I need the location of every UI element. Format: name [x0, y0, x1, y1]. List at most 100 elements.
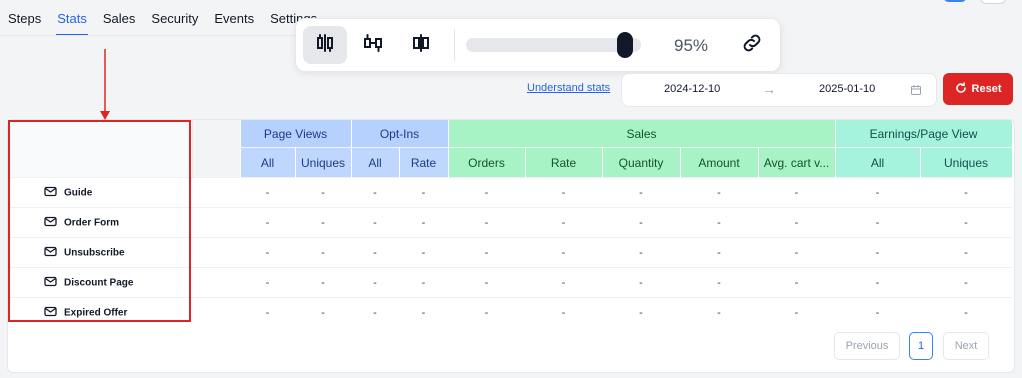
zoom-value: 95% [674, 36, 709, 55]
spacer-cell [192, 237, 240, 268]
compare-view-button[interactable] [351, 26, 395, 64]
table-cell: - [525, 297, 602, 327]
table-cell: - [602, 207, 680, 238]
table-cell: - [399, 207, 448, 238]
step-name: Discount Page [64, 277, 134, 288]
table-cell: - [920, 297, 1012, 327]
table-cell: - [240, 207, 295, 238]
page-number-button[interactable]: 1 [909, 332, 933, 360]
tab-stats[interactable]: Stats [49, 0, 95, 36]
mail-icon [44, 186, 57, 200]
table-cell: - [758, 297, 835, 327]
table-cell: - [295, 207, 351, 238]
table-cell: - [835, 237, 920, 268]
table-cell: - [399, 237, 448, 268]
column-header[interactable]: All [240, 147, 296, 178]
start-date[interactable]: 2024-12-10 [664, 83, 720, 95]
tabs-underline [0, 35, 300, 36]
table-cell: - [602, 297, 680, 327]
column-header[interactable]: Avg. cart v... [758, 147, 836, 178]
top-right-primary-button[interactable] [943, 0, 967, 2]
table-cell: - [448, 177, 525, 208]
table-cell: - [295, 297, 351, 327]
split-view-button[interactable] [303, 26, 347, 64]
next-page-button[interactable]: Next [943, 332, 989, 360]
table-row: Discount Page - - - - - - - - - - - [8, 267, 1012, 298]
column-header[interactable]: Quantity [602, 147, 681, 178]
table-cell: - [920, 267, 1012, 298]
table-row: Guide - - - - - - - - - - - [8, 177, 1012, 208]
table-cell: - [295, 267, 351, 298]
column-header[interactable]: Rate [399, 147, 449, 178]
step-name: Unsubscribe [64, 247, 125, 258]
table-cell: - [680, 207, 758, 238]
table-cell: - [351, 177, 399, 208]
table-cell: - [448, 207, 525, 238]
annotation-arrow-icon [100, 49, 110, 120]
tab-sales[interactable]: Sales [95, 0, 144, 36]
table-cell: - [602, 177, 680, 208]
tab-events[interactable]: Events [206, 0, 262, 36]
table-cell: - [295, 237, 351, 268]
previous-page-button[interactable]: Previous [834, 332, 900, 360]
column-header[interactable]: All [351, 147, 400, 178]
row-label: Expired Offer [8, 297, 192, 327]
column-header[interactable]: Uniques [295, 147, 352, 178]
table-row: Order Form - - - - - - - - - - - [8, 207, 1012, 238]
mail-icon [44, 246, 57, 260]
spacer-cell [192, 267, 240, 298]
table-cell: - [399, 177, 448, 208]
zoom-slider[interactable] [466, 32, 641, 58]
stats-table: Page Views Opt-Ins Sales Earnings/Page V… [8, 120, 1013, 327]
table-cell: - [602, 237, 680, 268]
zoom-slider-thumb[interactable] [617, 32, 634, 58]
link-icon [740, 31, 764, 60]
table-cell: - [351, 207, 399, 238]
end-date[interactable]: 2025-01-10 [819, 83, 875, 95]
table-cell: - [835, 207, 920, 238]
column-header[interactable]: Orders [448, 147, 526, 178]
table-cell: - [920, 237, 1012, 268]
split-view-icon [314, 32, 336, 59]
table-row: Unsubscribe - - - - - - - - - - - [8, 237, 1012, 268]
group-header-sales: Sales [448, 120, 836, 148]
link-button[interactable] [734, 27, 770, 63]
table-cell: - [351, 297, 399, 327]
table-cell: - [240, 237, 295, 268]
compare-view-icon [362, 32, 384, 59]
row-label: Unsubscribe [8, 237, 192, 268]
row-label: Order Form [8, 207, 192, 238]
top-right-secondary-button[interactable] [980, 0, 1006, 4]
merge-view-icon [410, 32, 432, 59]
table-cell: - [399, 297, 448, 327]
tab-bar: Steps Stats Sales Security Events Settin… [0, 0, 325, 36]
column-header[interactable]: Uniques [920, 147, 1013, 178]
table-cell: - [525, 177, 602, 208]
column-header[interactable]: Rate [525, 147, 603, 178]
table-row: Expired Offer - - - - - - - - - - - [8, 297, 1012, 327]
table-cell: - [835, 267, 920, 298]
table-cell: - [680, 267, 758, 298]
step-name: Expired Offer [64, 307, 128, 318]
row-label: Guide [8, 177, 192, 208]
step-name: Guide [64, 187, 93, 198]
step-name: Order Form [64, 217, 120, 228]
date-range-arrow-icon: → [762, 81, 776, 97]
group-header-opt-ins: Opt-Ins [351, 120, 449, 148]
column-header[interactable]: All [835, 147, 921, 178]
mail-icon [44, 306, 57, 320]
column-header[interactable]: Amount [680, 147, 759, 178]
row-label-header [8, 120, 193, 178]
merge-view-button[interactable] [399, 26, 443, 64]
reset-button[interactable]: Reset [943, 73, 1013, 105]
table-cell: - [525, 267, 602, 298]
table-cell: - [602, 267, 680, 298]
tab-steps[interactable]: Steps [0, 0, 49, 36]
tab-security[interactable]: Security [143, 0, 206, 36]
understand-stats-link[interactable]: Understand stats [527, 82, 610, 94]
date-range-picker[interactable]: 2024-12-10 → 2025-01-10 [621, 73, 937, 107]
table-cell: - [399, 267, 448, 298]
row-label: Discount Page [8, 267, 192, 298]
table-cell: - [448, 297, 525, 327]
table-cell: - [758, 207, 835, 238]
